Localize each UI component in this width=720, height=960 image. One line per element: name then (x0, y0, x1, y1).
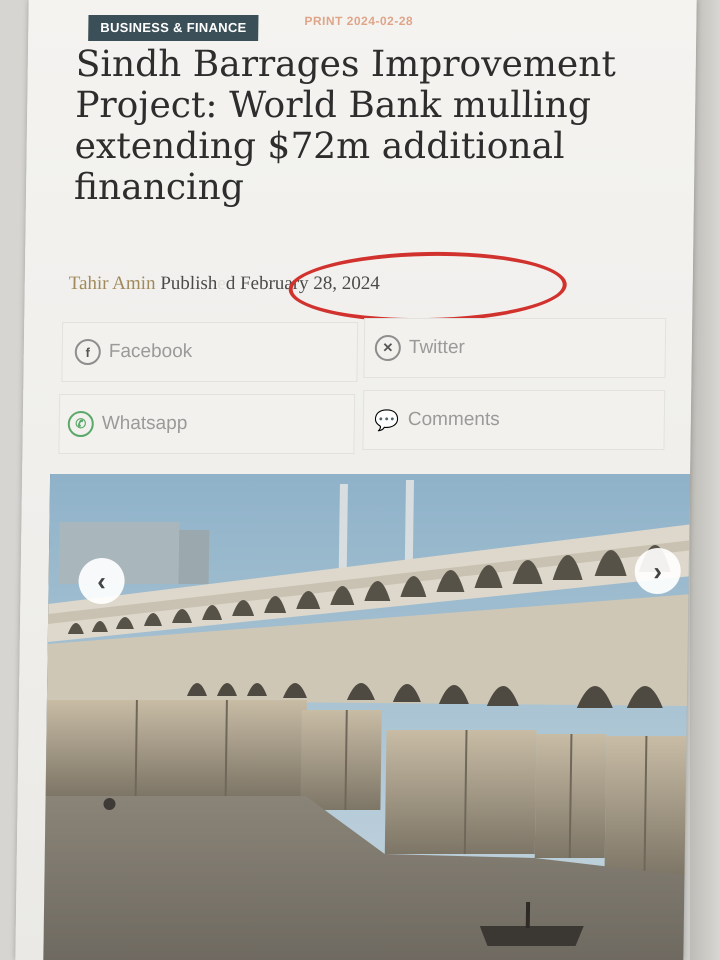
published-label: Published (160, 273, 236, 294)
highlight-circle (288, 249, 567, 325)
whatsapp-icon: ✆ (67, 411, 94, 437)
comments-label: Comments (407, 409, 500, 430)
share-whatsapp-label: Whatsapp (101, 413, 188, 434)
x-icon: ✕ (374, 335, 402, 361)
article-photo[interactable]: ‹ › (43, 474, 695, 960)
published-label-obscured: e (217, 273, 226, 294)
barrage-photo-image (43, 474, 695, 960)
facebook-icon: f (74, 339, 101, 365)
share-whatsapp-button[interactable]: ✆ Whatsapp (58, 394, 356, 454)
share-facebook-label: Facebook (108, 341, 193, 362)
share-twitter-label: Twitter (408, 337, 465, 358)
page-title: Sindh Barrages Improvement Project: Worl… (73, 44, 617, 208)
print-date: PRINT 2024-02-28 (304, 14, 414, 28)
comments-button[interactable]: 💬 Comments (362, 390, 666, 450)
comments-icon: 💬 (374, 409, 400, 432)
category-badge[interactable]: BUSINESS & FINANCE (88, 15, 259, 41)
share-twitter-button[interactable]: ✕ Twitter (363, 318, 667, 378)
share-facebook-button[interactable]: f Facebook (61, 322, 359, 382)
printed-page: BUSINESS & FINANCE PRINT 2024-02-28 Sind… (15, 0, 697, 960)
author-name[interactable]: Tahir Amin (69, 273, 156, 294)
